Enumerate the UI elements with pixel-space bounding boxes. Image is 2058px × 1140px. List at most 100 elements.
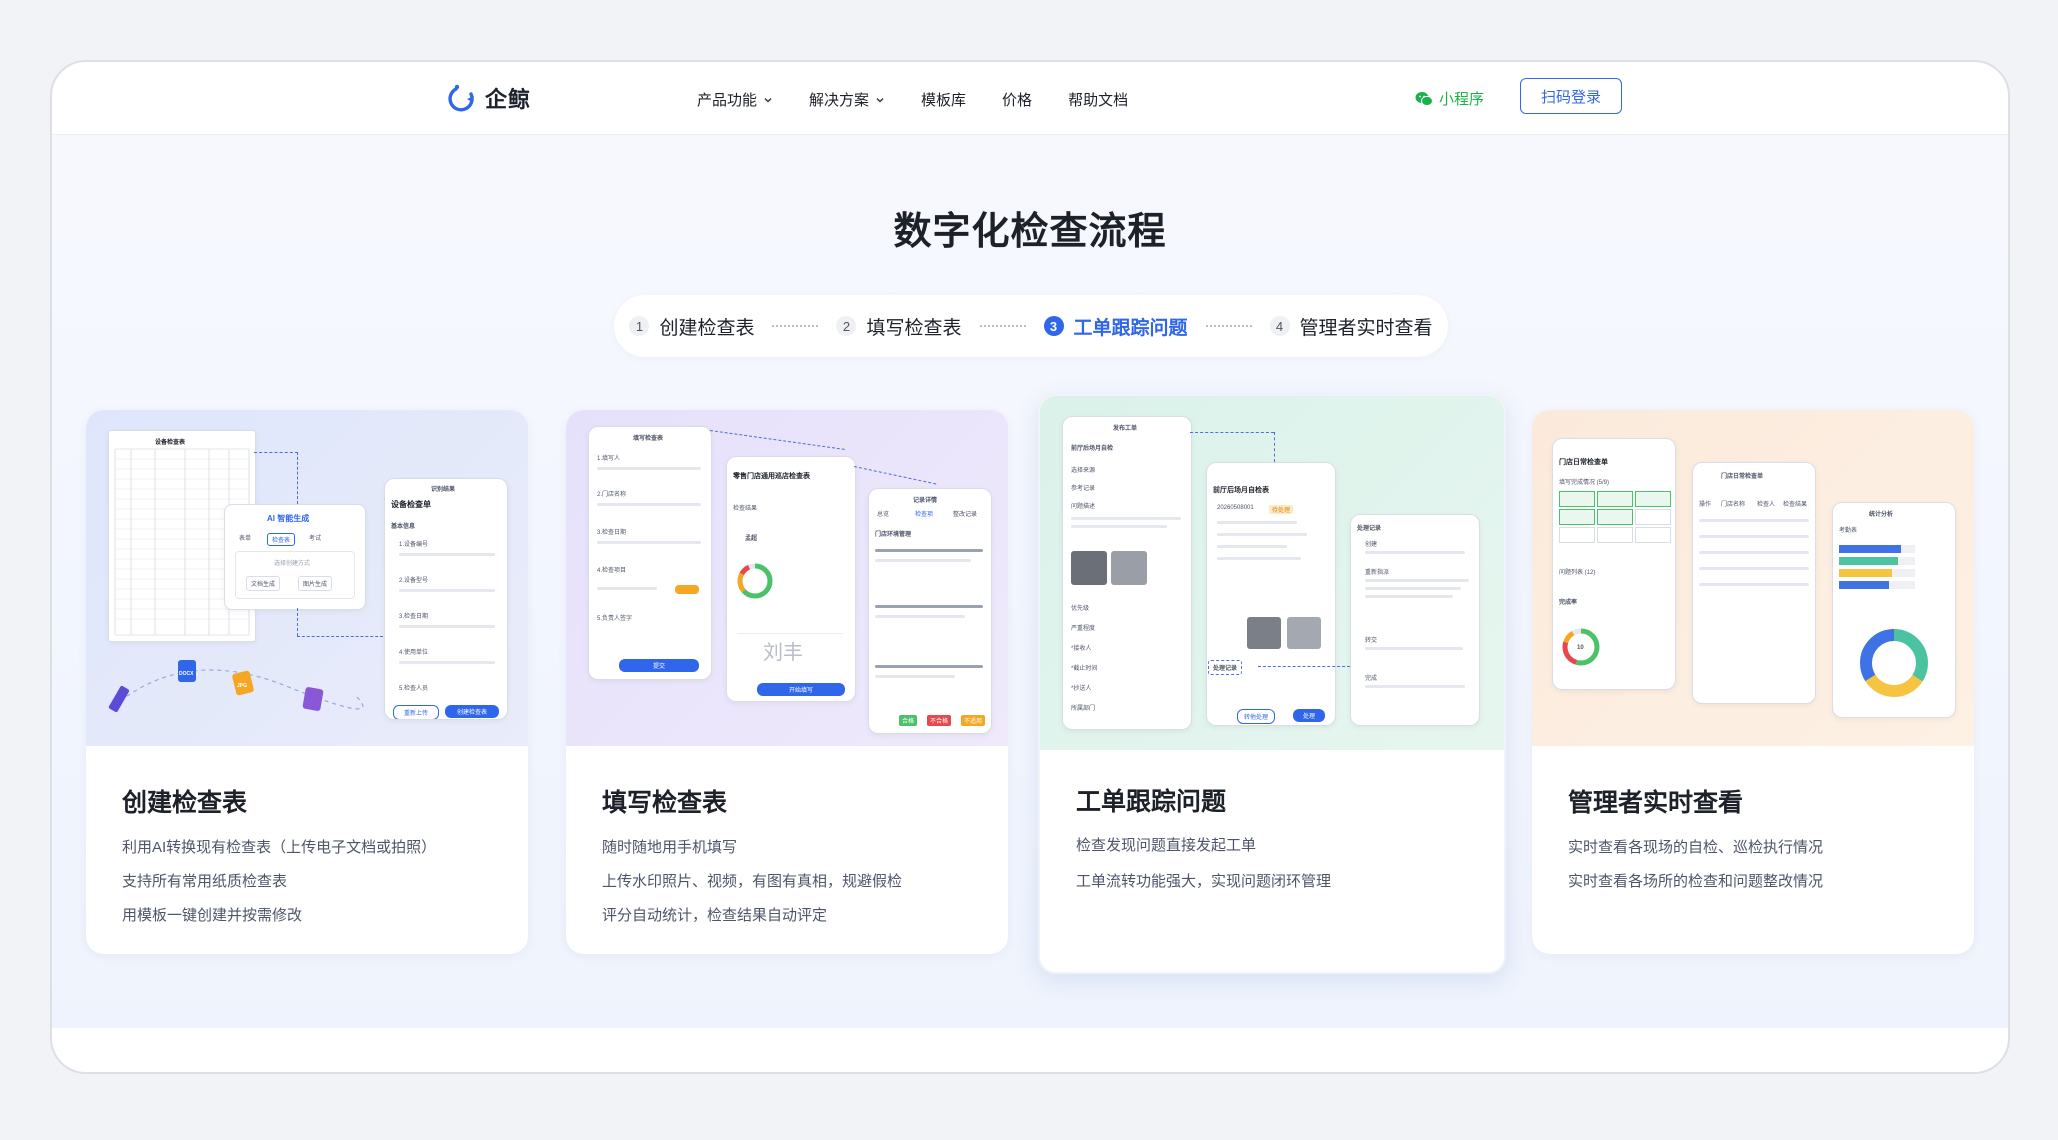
step-number: 4 bbox=[1269, 316, 1290, 336]
photo-thumb bbox=[1287, 617, 1321, 649]
field-input bbox=[399, 661, 495, 664]
photo-thumb bbox=[1247, 617, 1281, 649]
field-input bbox=[597, 587, 657, 590]
section-title: 数字化检查流程 bbox=[893, 211, 1167, 253]
feature-card-create[interactable]: 设备检查表 AI 智能生成 表单 检查表 考试 选择创建方式 文档生成 图片生成… bbox=[86, 410, 528, 954]
score-ring bbox=[737, 563, 773, 599]
status-badge: 待处理 bbox=[1269, 505, 1294, 514]
col-inspector: 检查人 bbox=[1757, 502, 1776, 508]
field-description: 问题描述 bbox=[1071, 504, 1096, 510]
field-2: 2.门店名称 bbox=[597, 492, 627, 498]
issue-list-label: 问题列表 (12) bbox=[1559, 570, 1596, 576]
grid-cell bbox=[1559, 509, 1595, 525]
stat-bar-fill bbox=[1839, 569, 1893, 577]
grid-cell bbox=[1559, 491, 1595, 507]
feature-card-dashboard[interactable]: 门店日常检查单 填写完成情况 (5/9) 问题列表 (12) 完成率 10 门店… bbox=[1532, 410, 1974, 954]
flow-connector bbox=[297, 608, 298, 636]
step-number: 3 bbox=[1043, 316, 1064, 336]
text-line bbox=[875, 559, 971, 562]
field-department: 所属部门 bbox=[1071, 706, 1096, 712]
ai-generate-dialog: AI 智能生成 表单 检查表 考试 选择创建方式 文档生成 图片生成 bbox=[224, 504, 366, 610]
table-row bbox=[1699, 535, 1809, 538]
table-row bbox=[1699, 583, 1809, 586]
flow-connector bbox=[1258, 666, 1350, 667]
nav-item-help[interactable]: 帮助文档 bbox=[1068, 89, 1128, 110]
text-line bbox=[875, 675, 955, 678]
float-record-tag: 处理记录 bbox=[1208, 660, 1243, 675]
field-cc: *抄送人 bbox=[1071, 686, 1092, 692]
table-row bbox=[1699, 567, 1809, 570]
field-3: 3.检查日期 bbox=[597, 530, 627, 536]
phone-title: 处理记录 bbox=[1357, 526, 1382, 532]
create-checklist-button: 创建检查表 bbox=[445, 705, 499, 718]
reupload-button: 重新上传 bbox=[393, 705, 439, 719]
flow-connector bbox=[1274, 432, 1275, 462]
text-line bbox=[875, 549, 983, 552]
nav-item-solutions[interactable]: 解决方案 bbox=[809, 89, 885, 110]
jpg-tag: JPG bbox=[237, 683, 248, 689]
step-tab-4[interactable]: 4 管理者实时查看 bbox=[1269, 313, 1433, 340]
start-fill-button: 开始填写 bbox=[757, 683, 845, 696]
grid-cell bbox=[1597, 527, 1633, 543]
ai-tab-checklist: 检查表 bbox=[267, 533, 296, 546]
grid-cell bbox=[1597, 509, 1633, 525]
feature-card-fill[interactable]: 填写检查表 1.填写人 2.门店名称 3.检查日期 4.检查项目 5.负责人签字… bbox=[566, 410, 1008, 954]
stats-phone: 统计分析 考勤表 bbox=[1832, 502, 1956, 718]
card-title: 管理者实时查看 bbox=[1568, 789, 1744, 817]
field-5: 5.负责人签字 bbox=[597, 616, 633, 622]
stats-subtitle: 考勤表 bbox=[1839, 528, 1858, 534]
text-line bbox=[1217, 533, 1307, 536]
phone-title: 门店日常检查单 bbox=[1721, 474, 1764, 480]
workorder-phone: 发布工单 前厅后场月自检 选择来源 参考记录 问题描述 优先级 严重程度 *接收… bbox=[1062, 416, 1192, 730]
text-line bbox=[1217, 521, 1297, 524]
grid-cell bbox=[1635, 491, 1671, 507]
mini-program-label: 小程序 bbox=[1439, 91, 1485, 108]
phone-section: 基本信息 bbox=[391, 524, 416, 530]
field-3: 3.检查日期 bbox=[399, 614, 429, 620]
mini-program-link[interactable]: 小程序 bbox=[1415, 88, 1484, 109]
field-1: 1.填写人 bbox=[597, 456, 621, 462]
feature-card-workorder[interactable]: 发布工单 前厅后场月自检 选择来源 参考记录 问题描述 优先级 严重程度 *接收… bbox=[1038, 394, 1506, 974]
nav-label: 解决方案 bbox=[809, 92, 870, 109]
signature: 刘丰 bbox=[763, 640, 803, 664]
ai-dialog-title: AI 智能生成 bbox=[267, 514, 310, 523]
submit-button: 提交 bbox=[619, 659, 699, 672]
card-illustration: 填写检查表 1.填写人 2.门店名称 3.检查日期 4.检查项目 5.负责人签字… bbox=[566, 410, 1008, 746]
flow-connector bbox=[297, 636, 383, 637]
text-line bbox=[1365, 595, 1453, 598]
ai-tab-form: 表单 bbox=[239, 536, 252, 542]
card-desc-line: 评分自动统计，检查结果自动评定 bbox=[602, 907, 828, 924]
steps-tabs: 1 创建检查表 2 填写检查表 3 工单跟踪问题 4 管理者实时查看 bbox=[614, 295, 1448, 357]
nav-label: 模板库 bbox=[921, 92, 967, 109]
text-line bbox=[875, 605, 983, 608]
nav-item-products[interactable]: 产品功能 bbox=[697, 89, 773, 110]
field-1: 1.设备编号 bbox=[399, 542, 429, 548]
scan-login-button[interactable]: 扫码登录 bbox=[1520, 78, 1622, 114]
nav-item-pricing[interactable]: 价格 bbox=[1002, 89, 1032, 110]
docx-tag: DOCX bbox=[179, 671, 194, 677]
fill-form-phone: 填写检查表 1.填写人 2.门店名称 3.检查日期 4.检查项目 5.负责人签字… bbox=[588, 426, 712, 680]
file-upload-icons bbox=[108, 660, 364, 713]
tab-overview: 总览 bbox=[877, 512, 890, 518]
field-input bbox=[399, 625, 495, 628]
badge-pass: 合格 bbox=[899, 715, 918, 726]
grid-cell bbox=[1597, 491, 1633, 507]
stat-bar-track bbox=[1839, 581, 1915, 589]
step-divider bbox=[1205, 325, 1252, 327]
nav-item-templates[interactable]: 模板库 bbox=[921, 89, 966, 110]
brand-logo[interactable]: 企鲸 bbox=[447, 82, 531, 114]
store-table-phone: 门店日常检查单 操作 门店名称 检查人 检查结果 bbox=[1692, 462, 1816, 704]
step-tab-3[interactable]: 3 工单跟踪问题 bbox=[1043, 313, 1188, 340]
step-tab-2[interactable]: 2 填写检查表 bbox=[836, 313, 962, 340]
card-desc-line: 工单流转功能强大，实现问题闭环管理 bbox=[1076, 873, 1332, 890]
transfer-button: 转他处理 bbox=[1237, 709, 1276, 724]
stat-bar-fill bbox=[1839, 557, 1899, 565]
card-desc-line: 上传水印照片、视频，有图有真相，规避假检 bbox=[602, 873, 903, 890]
status-tag bbox=[675, 585, 699, 594]
grid-cell bbox=[1635, 509, 1671, 525]
ai-create-box: 选择创建方式 文档生成 图片生成 bbox=[235, 551, 355, 599]
completion-label: 完成率 bbox=[1559, 600, 1578, 606]
step-tab-1[interactable]: 1 创建检查表 bbox=[629, 313, 754, 340]
text-line bbox=[1365, 579, 1469, 582]
field-source: 选择来源 bbox=[1071, 468, 1096, 474]
